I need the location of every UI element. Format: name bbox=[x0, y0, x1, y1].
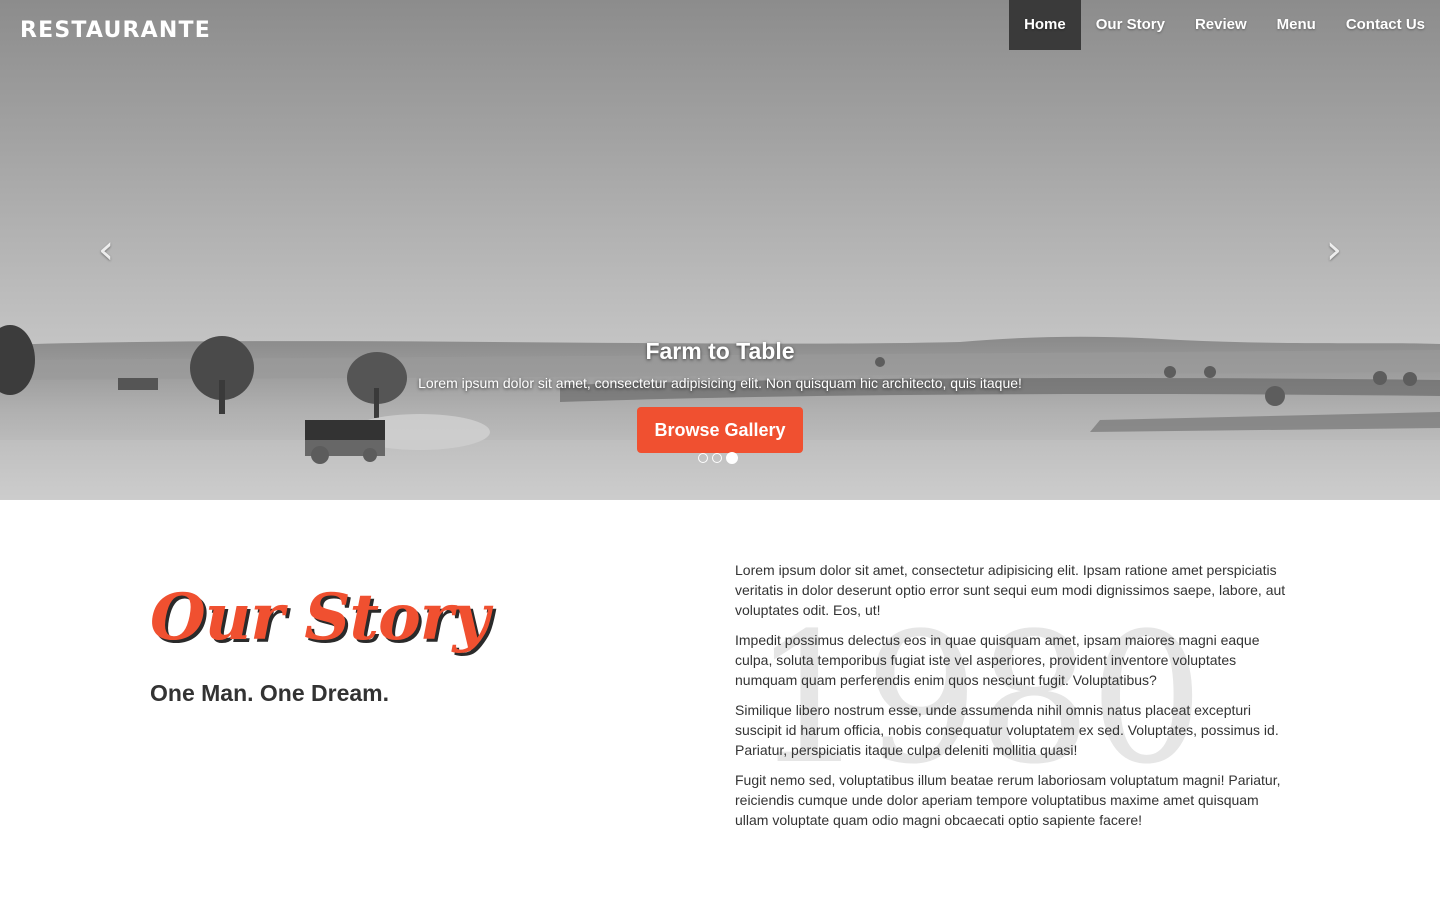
carousel-caption: Farm to Table Lorem ipsum dolor sit amet… bbox=[0, 338, 1440, 453]
main-nav: Home Our Story Review Menu Contact Us bbox=[1009, 0, 1440, 50]
story-paragraph-1: Lorem ipsum dolor sit amet, consectetur … bbox=[735, 562, 1286, 618]
nav-menu[interactable]: Menu bbox=[1262, 0, 1331, 50]
navbar: RESTAURANTE Home Our Story Review Menu C… bbox=[0, 0, 1440, 50]
nav-home[interactable]: Home bbox=[1009, 0, 1081, 50]
our-story-section: Our Story One Man. One Dream. 1980 Lorem… bbox=[0, 500, 1440, 900]
chevron-right-icon[interactable]: › bbox=[1314, 230, 1354, 270]
carousel-title: Farm to Table bbox=[645, 338, 795, 364]
story-paragraph-4: Fugit nemo sed, voluptatibus illum beata… bbox=[735, 772, 1281, 828]
nav-review[interactable]: Review bbox=[1180, 0, 1262, 50]
chevron-left-icon[interactable]: ‹ bbox=[86, 230, 126, 270]
nav-our-story[interactable]: Our Story bbox=[1081, 0, 1180, 50]
carousel-indicators bbox=[698, 452, 738, 464]
carousel-text: Lorem ipsum dolor sit amet, consectetur … bbox=[418, 375, 1022, 391]
story-paragraph-3: Similique libero nostrum esse, unde assu… bbox=[735, 702, 1279, 758]
carousel-indicator-2[interactable] bbox=[712, 453, 722, 463]
browse-gallery-button[interactable]: Browse Gallery bbox=[637, 407, 803, 453]
story-subheading: One Man. One Dream. bbox=[150, 680, 390, 706]
story-text: Lorem ipsum dolor sit amet, consectetur … bbox=[735, 560, 1295, 840]
carousel-indicator-3[interactable] bbox=[726, 452, 738, 464]
hero-carousel: RESTAURANTE Home Our Story Review Menu C… bbox=[0, 0, 1440, 500]
brand-logo[interactable]: RESTAURANTE bbox=[20, 18, 211, 43]
carousel-indicator-1[interactable] bbox=[698, 453, 708, 463]
nav-contact-us[interactable]: Contact Us bbox=[1331, 0, 1440, 50]
story-paragraph-2: Impedit possimus delectus eos in quae qu… bbox=[735, 632, 1260, 688]
story-heading: Our Story bbox=[150, 580, 490, 655]
